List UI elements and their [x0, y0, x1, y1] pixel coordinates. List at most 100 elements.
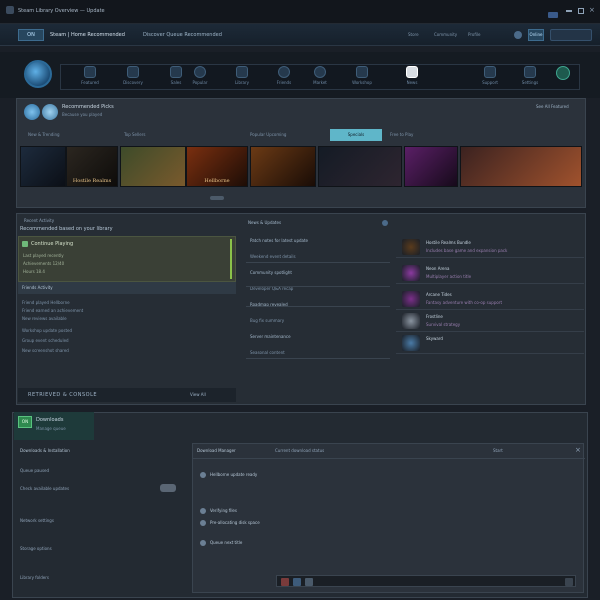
nav-item-market[interactable]: Market	[300, 66, 340, 90]
friends-icon	[278, 66, 290, 78]
featured-tile[interactable]: Hellborne	[186, 146, 248, 187]
activity-list-item[interactable]: New screenshot shared	[22, 348, 122, 353]
activity-list-item[interactable]: Friend earned an achievement	[22, 308, 122, 313]
store-item-thumbnail	[402, 313, 420, 329]
featured-tile[interactable]	[20, 146, 66, 187]
discovery-icon	[127, 66, 139, 78]
activity-footer-title: RETRIEVED & CONSOLE	[28, 392, 98, 398]
news-item[interactable]: Community spotlight	[250, 270, 380, 275]
news-item[interactable]: Patch notes for latest update	[250, 238, 380, 243]
tab-specials[interactable]: Specials	[330, 129, 382, 141]
queue-icon[interactable]	[305, 578, 313, 586]
news-item[interactable]: Bug fix summary	[250, 318, 380, 323]
user-avatar[interactable]	[514, 31, 522, 39]
mode-badge[interactable]: ON	[18, 29, 44, 41]
account-badge[interactable]	[548, 12, 558, 18]
pause-icon[interactable]	[281, 578, 289, 586]
close-icon[interactable]: ×	[589, 6, 595, 14]
store-item-title: Frostline	[426, 314, 443, 319]
downloads-badge[interactable]: ON	[18, 416, 32, 428]
download-item[interactable]: Hellborne update ready	[200, 470, 400, 480]
activity-list-item[interactable]: Group event scheduled	[22, 338, 122, 343]
download-manager-header: Download Manager	[197, 448, 236, 453]
featured-tile[interactable]	[120, 146, 186, 187]
search-input[interactable]	[550, 29, 592, 41]
divider	[246, 262, 390, 263]
nav-item-settings[interactable]: Settings	[510, 66, 550, 90]
download-manager-close-icon[interactable]: ×	[575, 446, 583, 454]
resume-icon[interactable]	[293, 578, 301, 586]
start-link[interactable]: Start	[493, 448, 513, 453]
download-manager-sub: Current download status	[275, 448, 325, 453]
featured-tile[interactable]	[404, 146, 458, 187]
download-item-icon	[200, 540, 206, 546]
activity-footer-link[interactable]: View All	[190, 392, 230, 397]
store-item[interactable]: Frostline Survival strategy	[396, 310, 584, 332]
download-item[interactable]: Verifying files	[200, 506, 400, 516]
download-item-icon	[200, 520, 206, 526]
featured-tile[interactable]: Hostile Realms	[66, 146, 118, 187]
download-item[interactable]: Queue next title	[200, 538, 400, 548]
nav-item-featured[interactable]: Featured	[70, 66, 110, 90]
store-item[interactable]: Neon Arena Multiplayer action title	[396, 262, 584, 284]
downloads-sidebar-item[interactable]: Queue paused	[20, 468, 180, 473]
maximize-icon[interactable]	[578, 8, 584, 14]
support-icon	[484, 66, 496, 78]
nav-item-workshop[interactable]: Workshop	[342, 66, 382, 90]
nav-link-community[interactable]: Community	[434, 32, 464, 37]
news-item[interactable]: Weekend event details	[250, 254, 380, 259]
news-header: News & Updates	[248, 220, 282, 225]
downloads-subtitle: Manage queue	[36, 426, 66, 431]
store-item-title: Neon Arena	[426, 266, 450, 271]
tab-free-to-play[interactable]: Free to Play	[390, 132, 450, 137]
highlight-card[interactable]: Continue Playing Last played recently Ac…	[18, 236, 236, 282]
store-item-subtitle: Survival strategy	[426, 322, 461, 327]
news-refresh-icon[interactable]	[382, 220, 388, 226]
activity-list-item[interactable]: Workshop update posted	[22, 328, 122, 333]
store-item-title: Hostile Realms Bundle	[426, 240, 471, 245]
progress-bar	[230, 239, 232, 279]
tab-new-trending[interactable]: New & Trending	[28, 132, 108, 137]
featured-icon	[84, 66, 96, 78]
nav-link-store[interactable]: Store	[408, 32, 430, 37]
notifications-icon[interactable]	[556, 66, 570, 80]
nav-item-news[interactable]: News	[392, 66, 432, 90]
nav-item-support[interactable]: Support	[470, 66, 510, 90]
download-item-label: Pre-allocating disk space	[210, 520, 260, 525]
featured-tile[interactable]	[460, 146, 582, 187]
featured-tabs: New & Trending Top Sellers Popular Upcom…	[24, 128, 576, 142]
activity-list-item[interactable]: Friend played Hellborne	[22, 300, 122, 305]
news-item[interactable]: Server maintenance	[250, 334, 380, 339]
nav-item-friends[interactable]: Friends	[264, 66, 304, 90]
address-bar: ON Steam | Home Recommended Discover Que…	[0, 24, 600, 46]
more-icon[interactable]	[565, 578, 573, 586]
downloads-sidebar-item[interactable]: Storage options	[20, 546, 180, 551]
see-all-link[interactable]: See All Featured	[536, 104, 582, 109]
nav-link-profile[interactable]: Profile	[468, 32, 492, 37]
news-item[interactable]: Seasonal content	[250, 350, 380, 355]
activity-list-item[interactable]: New reviews available	[22, 316, 122, 321]
news-column: News & Updates	[244, 216, 392, 400]
downloads-sidebar-item[interactable]: Network settings	[20, 518, 180, 523]
featured-tile[interactable]	[250, 146, 316, 187]
profile-avatar-icon[interactable]	[24, 60, 52, 88]
minimize-icon[interactable]	[566, 10, 572, 12]
downloads-sidebar-item[interactable]: Downloads & Installation	[20, 448, 180, 453]
play-icon	[22, 241, 28, 247]
nav-item-discovery[interactable]: Discovery	[113, 66, 153, 90]
nav-item-library[interactable]: Library	[222, 66, 262, 90]
page-url[interactable]: Steam | Home Recommended	[50, 32, 140, 38]
store-item-thumbnail	[402, 291, 420, 307]
store-item[interactable]: Skyward	[396, 332, 584, 354]
store-item[interactable]: Hostile Realms Bundle Includes base game …	[396, 236, 584, 258]
downloads-sidebar-item[interactable]: Library folders	[20, 575, 180, 580]
carousel-indicator[interactable]	[210, 196, 224, 200]
tab-top-sellers[interactable]: Top Sellers	[124, 132, 184, 137]
featured-tile[interactable]	[318, 146, 402, 187]
nav-item-popular[interactable]: Popular	[180, 66, 220, 90]
download-item[interactable]: Pre-allocating disk space	[200, 518, 400, 528]
downloads-sidebar-item[interactable]: Check available updates	[20, 486, 180, 491]
store-item[interactable]: Arcane Tides Fantasy adventure with co-op…	[396, 288, 584, 310]
tab-popular-upcoming[interactable]: Popular Upcoming	[250, 132, 330, 137]
status-button[interactable]: Online	[528, 29, 544, 41]
